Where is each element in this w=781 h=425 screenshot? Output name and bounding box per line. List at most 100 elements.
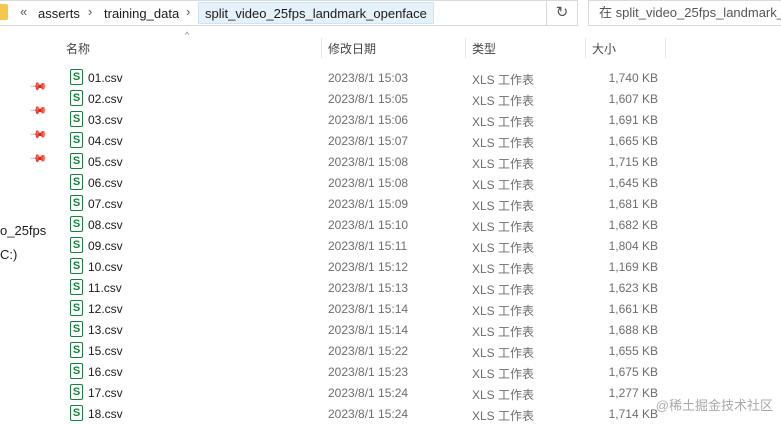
file-name: 06.csv bbox=[88, 176, 123, 190]
breadcrumb-training-data[interactable]: training_data bbox=[104, 6, 179, 21]
file-type: XLS 工作表 bbox=[472, 220, 535, 234]
address-bar[interactable]: « asserts › training_data › split_video_… bbox=[0, 0, 572, 26]
file-name: 03.csv bbox=[88, 113, 123, 127]
spreadsheet-icon: S bbox=[70, 321, 83, 337]
file-modified-date: 2023/8/1 15:23 bbox=[328, 365, 409, 379]
file-size: 1,607 KB bbox=[608, 92, 658, 106]
file-row[interactable]: S 12.csv 2023/8/1 15:14 XLS 工作表 1,661 KB bbox=[58, 299, 669, 320]
file-row[interactable]: S 02.csv 2023/8/1 15:05 XLS 工作表 1,607 KB bbox=[58, 89, 669, 110]
file-size: 1,623 KB bbox=[608, 281, 658, 295]
file-modified-date: 2023/8/1 15:08 bbox=[328, 176, 409, 190]
file-modified-date: 2023/8/1 15:24 bbox=[328, 386, 409, 400]
file-type: XLS 工作表 bbox=[472, 283, 535, 297]
file-name: 07.csv bbox=[88, 197, 123, 211]
file-row[interactable]: S 17.csv 2023/8/1 15:24 XLS 工作表 1,277 KB bbox=[58, 383, 669, 404]
spreadsheet-icon: S bbox=[70, 363, 83, 379]
file-size: 1,655 KB bbox=[608, 344, 658, 358]
column-header-modified[interactable]: 修改日期 bbox=[324, 38, 464, 60]
breadcrumb-separator[interactable]: › bbox=[186, 4, 190, 19]
file-row[interactable]: S 18.csv 2023/8/1 15:24 XLS 工作表 1,714 KB bbox=[58, 404, 669, 425]
file-type: XLS 工作表 bbox=[472, 262, 535, 276]
column-header-size[interactable]: 大小 bbox=[588, 38, 668, 60]
file-row[interactable]: S 10.csv 2023/8/1 15:12 XLS 工作表 1,169 KB bbox=[58, 257, 669, 278]
file-name: 01.csv bbox=[88, 71, 123, 85]
file-row[interactable]: S 11.csv 2023/8/1 15:13 XLS 工作表 1,623 KB bbox=[58, 278, 669, 299]
file-type: XLS 工作表 bbox=[472, 115, 535, 129]
nav-item-drive-c[interactable]: C:) bbox=[0, 247, 17, 262]
file-size: 1,804 KB bbox=[608, 239, 658, 253]
breadcrumb-separator[interactable]: › bbox=[88, 4, 92, 19]
folder-icon bbox=[0, 4, 8, 20]
spreadsheet-icon: S bbox=[70, 279, 83, 295]
file-type: XLS 工作表 bbox=[472, 304, 535, 318]
file-modified-date: 2023/8/1 15:09 bbox=[328, 197, 409, 211]
file-size: 1,645 KB bbox=[608, 176, 658, 190]
file-name: 11.csv bbox=[88, 281, 122, 295]
column-header-name[interactable]: 名称 bbox=[62, 38, 320, 60]
file-row[interactable]: S 15.csv 2023/8/1 15:22 XLS 工作表 1,655 KB bbox=[58, 341, 669, 362]
file-size: 1,661 KB bbox=[608, 302, 658, 316]
file-size: 1,681 KB bbox=[608, 197, 658, 211]
file-modified-date: 2023/8/1 15:07 bbox=[328, 134, 409, 148]
column-header-type[interactable]: 类型 bbox=[468, 38, 583, 60]
file-type: XLS 工作表 bbox=[472, 178, 535, 192]
file-modified-date: 2023/8/1 15:13 bbox=[328, 281, 409, 295]
nav-item-folder[interactable]: o_25fps bbox=[0, 223, 46, 238]
spreadsheet-icon: S bbox=[70, 195, 83, 211]
file-row[interactable]: S 05.csv 2023/8/1 15:08 XLS 工作表 1,715 KB bbox=[58, 152, 669, 173]
file-type: XLS 工作表 bbox=[472, 241, 535, 255]
search-input[interactable]: 在 split_video_25fps_landmark_openface 中搜… bbox=[588, 0, 781, 26]
file-name: 13.csv bbox=[88, 323, 123, 337]
file-row[interactable]: S 08.csv 2023/8/1 15:10 XLS 工作表 1,682 KB bbox=[58, 215, 669, 236]
spreadsheet-icon: S bbox=[70, 300, 83, 316]
file-row[interactable]: S 03.csv 2023/8/1 15:06 XLS 工作表 1,691 KB bbox=[58, 110, 669, 131]
spreadsheet-icon: S bbox=[70, 132, 83, 148]
file-row[interactable]: S 09.csv 2023/8/1 15:11 XLS 工作表 1,804 KB bbox=[58, 236, 669, 257]
file-row[interactable]: S 01.csv 2023/8/1 15:03 XLS 工作表 1,740 KB bbox=[58, 68, 669, 89]
file-name: 08.csv bbox=[88, 218, 123, 232]
breadcrumb-current-folder[interactable]: split_video_25fps_landmark_openface bbox=[198, 2, 434, 24]
file-row[interactable]: S 06.csv 2023/8/1 15:08 XLS 工作表 1,645 KB bbox=[58, 173, 669, 194]
file-modified-date: 2023/8/1 15:24 bbox=[328, 407, 409, 421]
file-size: 1,715 KB bbox=[608, 155, 658, 169]
file-row[interactable]: S 13.csv 2023/8/1 15:14 XLS 工作表 1,688 KB bbox=[58, 320, 669, 341]
file-name: 15.csv bbox=[88, 344, 123, 358]
file-type: XLS 工作表 bbox=[472, 73, 535, 87]
spreadsheet-icon: S bbox=[70, 237, 83, 253]
back-history-chevrons[interactable]: « bbox=[20, 4, 27, 19]
file-type: XLS 工作表 bbox=[472, 136, 535, 150]
column-divider[interactable] bbox=[465, 38, 466, 58]
file-size: 1,277 KB bbox=[608, 386, 658, 400]
pin-icon: 📌 bbox=[28, 125, 48, 145]
file-name: 02.csv bbox=[88, 92, 123, 106]
file-modified-date: 2023/8/1 15:14 bbox=[328, 302, 409, 316]
spreadsheet-icon: S bbox=[70, 405, 83, 421]
file-row[interactable]: S 04.csv 2023/8/1 15:07 XLS 工作表 1,665 KB bbox=[58, 131, 669, 152]
file-row[interactable]: S 16.csv 2023/8/1 15:23 XLS 工作表 1,675 KB bbox=[58, 362, 669, 383]
file-name: 05.csv bbox=[88, 155, 123, 169]
refresh-button[interactable]: ↻ bbox=[546, 0, 578, 26]
file-size: 1,688 KB bbox=[608, 323, 658, 337]
file-modified-date: 2023/8/1 15:12 bbox=[328, 260, 409, 274]
column-divider[interactable] bbox=[665, 38, 666, 58]
file-modified-date: 2023/8/1 15:06 bbox=[328, 113, 409, 127]
file-type: XLS 工作表 bbox=[472, 388, 535, 402]
spreadsheet-icon: S bbox=[70, 90, 83, 106]
spreadsheet-icon: S bbox=[70, 69, 83, 85]
file-size: 1,691 KB bbox=[608, 113, 658, 127]
spreadsheet-icon: S bbox=[70, 384, 83, 400]
file-name: 10.csv bbox=[88, 260, 123, 274]
file-type: XLS 工作表 bbox=[472, 94, 535, 108]
breadcrumb-asserts[interactable]: asserts bbox=[38, 6, 80, 21]
file-size: 1,675 KB bbox=[608, 365, 658, 379]
column-divider[interactable] bbox=[321, 38, 322, 58]
file-name: 18.csv bbox=[88, 407, 123, 421]
spreadsheet-icon: S bbox=[70, 258, 83, 274]
spreadsheet-icon: S bbox=[70, 174, 83, 190]
pin-icon: 📌 bbox=[28, 149, 48, 169]
file-row[interactable]: S 07.csv 2023/8/1 15:09 XLS 工作表 1,681 KB bbox=[58, 194, 669, 215]
file-name: 09.csv bbox=[88, 239, 123, 253]
file-type: XLS 工作表 bbox=[472, 157, 535, 171]
file-type: XLS 工作表 bbox=[472, 199, 535, 213]
column-divider[interactable] bbox=[585, 38, 586, 58]
